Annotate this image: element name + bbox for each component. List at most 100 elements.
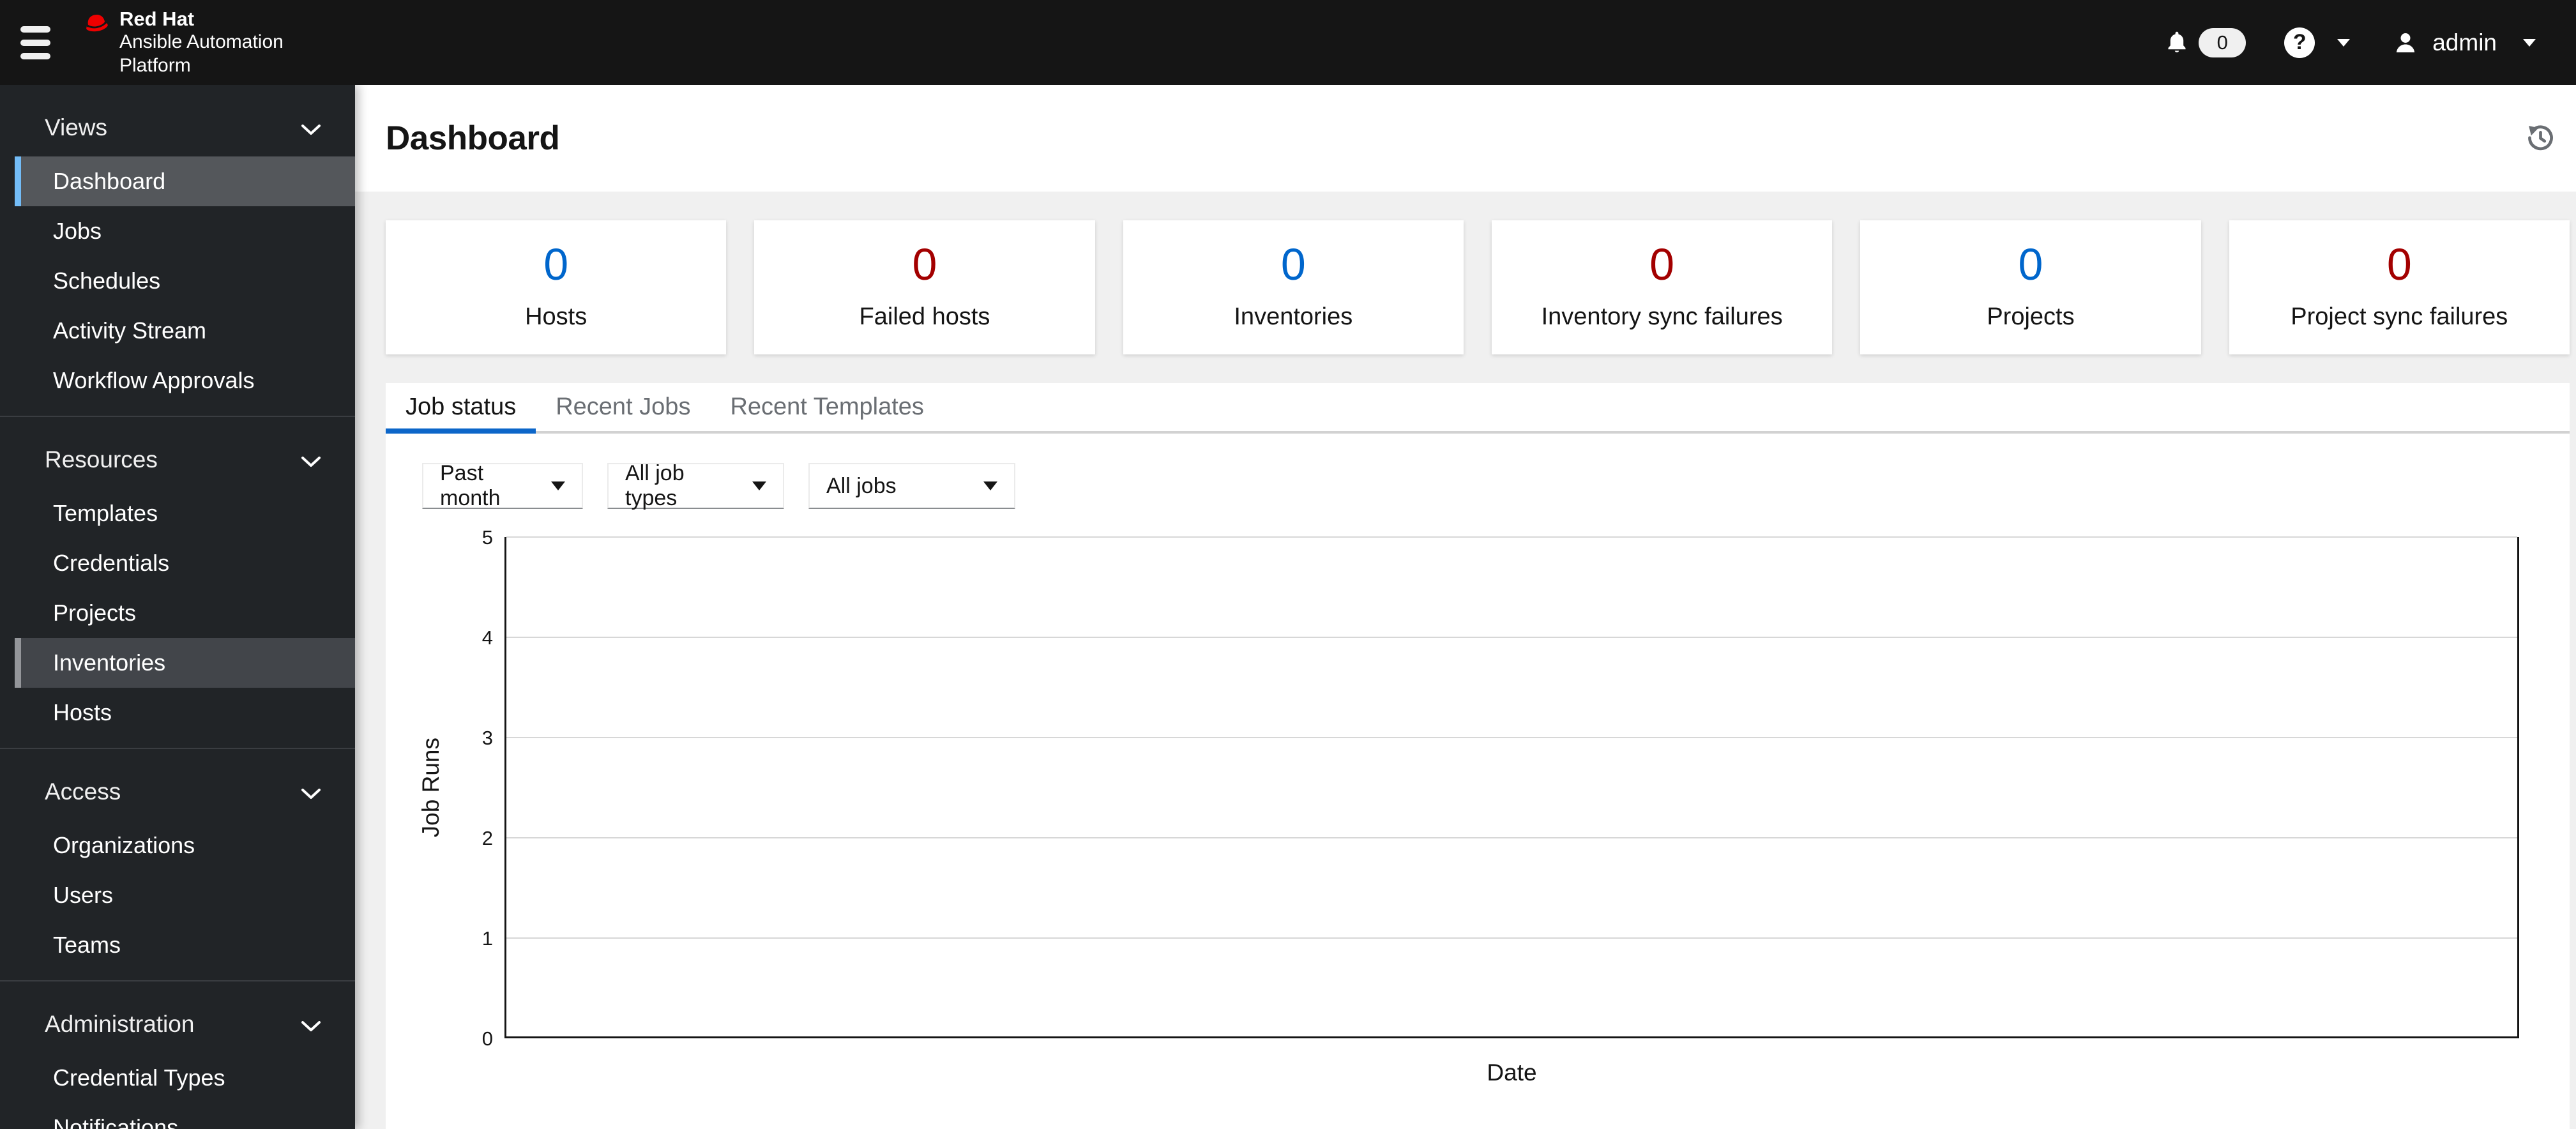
sidebar-item-inventories[interactable]: Inventories	[15, 638, 355, 688]
summary-card-value[interactable]: 0	[2019, 241, 2043, 288]
top-bar: Red Hat Ansible Automation Platform 0 ? …	[0, 0, 2576, 85]
nav-list: Templates Credentials Projects Inventories H…	[0, 489, 355, 738]
nav-list: Credential Types Notifications	[0, 1053, 355, 1129]
summary-card-failed-hosts[interactable]: 0 Failed hosts	[754, 220, 1095, 354]
caret-down-icon	[983, 481, 997, 490]
user-menu-label[interactable]: admin	[2432, 29, 2497, 56]
sidebar-item-teams[interactable]: Teams	[15, 920, 355, 970]
chart-y-axis-title: Job Runs	[418, 738, 444, 838]
summary-card-projects[interactable]: 0 Projects	[1860, 220, 2201, 354]
nav-section-label: Views	[45, 114, 108, 140]
tab-recent-jobs[interactable]: Recent Jobs	[536, 383, 710, 431]
nav-toggle-button[interactable]	[20, 26, 50, 59]
history-icon[interactable]	[2526, 123, 2556, 153]
summary-card-label: Failed hosts	[859, 303, 990, 330]
filter-quick-date-range-select[interactable]: Past month	[422, 461, 583, 510]
nav-section-label: Access	[45, 778, 121, 805]
sidebar-item-hosts[interactable]: Hosts	[15, 688, 355, 738]
chart-gridline	[506, 737, 2517, 738]
nav-section-header-access[interactable]: Access	[0, 771, 355, 813]
chevron-down-icon	[301, 778, 321, 805]
summary-card-hosts[interactable]: 0 Hosts	[386, 220, 727, 354]
help-icon[interactable]: ?	[2284, 27, 2315, 58]
sidebar-item-credentials[interactable]: Credentials	[15, 538, 355, 588]
help-caret-down-icon[interactable]	[2337, 38, 2351, 47]
nav-list: Dashboard Jobs Schedules Activity Stream Wor…	[0, 156, 355, 405]
chevron-down-icon	[301, 446, 321, 473]
chart-y-tick-label: 1	[481, 927, 493, 950]
tab-recent-templates[interactable]: Recent Templates	[710, 383, 943, 431]
product-name-line2: Platform	[119, 54, 191, 76]
job-status-panel: Job status Recent Jobs Recent Templates Pa…	[386, 383, 2570, 1129]
chart-y-tick-label: 4	[481, 626, 493, 649]
nav-section-label: Administration	[45, 1011, 195, 1037]
summary-card-value[interactable]: 0	[543, 241, 568, 288]
notifications-bell-icon[interactable]	[2165, 29, 2188, 56]
summary-card-inventory-sync-failures[interactable]: 0 Inventory sync failures	[1491, 220, 1833, 354]
summary-card-label: Projects	[1987, 303, 2075, 330]
sidebar-item-projects[interactable]: Projects	[15, 588, 355, 638]
chart-y-tick-label: 3	[481, 727, 493, 749]
dashboard-content: 0 Hosts 0 Failed hosts 0 Inventories 0 Inventor…	[355, 192, 2576, 1129]
summary-cards-row: 0 Hosts 0 Failed hosts 0 Inventories 0 Inventor…	[386, 220, 2570, 354]
summary-card-value[interactable]: 0	[2387, 241, 2412, 288]
caret-down-icon	[752, 481, 766, 490]
filter-job-select[interactable]: All jobs	[808, 463, 1015, 509]
chevron-down-icon	[301, 114, 321, 141]
summary-card-label: Hosts	[525, 303, 587, 330]
nav-section-header-views[interactable]: Views	[0, 107, 355, 149]
nav-section-views: Views Dashboard Jobs Schedules Activity Stre…	[0, 85, 355, 416]
sidebar-item-templates[interactable]: Templates	[15, 489, 355, 538]
job-runs-chart: Job Runs Date 0 1 2 3 4 5	[386, 526, 2570, 1125]
summary-card-label: Project sync failures	[2291, 303, 2508, 330]
page-header: Dashboard	[355, 85, 2576, 192]
notifications-count-badge[interactable]: 0	[2199, 27, 2246, 57]
summary-card-value[interactable]: 0	[1281, 241, 1306, 288]
sidebar-item-schedules[interactable]: Schedules	[15, 256, 355, 306]
tab-job-status[interactable]: Job status	[386, 383, 536, 434]
chart-gridline	[506, 837, 2517, 838]
nav-section-administration: Administration Credential Types Notificati…	[0, 980, 355, 1129]
sidebar-item-workflow-approvals[interactable]: Workflow Approvals	[15, 356, 355, 405]
chart-y-tick-label: 5	[481, 526, 493, 549]
summary-card-value[interactable]: 0	[1649, 241, 1674, 288]
brand-name: Red Hat	[119, 7, 195, 30]
summary-card-project-sync-failures[interactable]: 0 Project sync failures	[2229, 220, 2570, 354]
product-name-line1: Ansible Automation	[119, 31, 284, 52]
sidebar-item-credential-types[interactable]: Credential Types	[15, 1053, 355, 1103]
red-hat-fedora-icon	[79, 8, 114, 40]
chart-plot-area	[504, 536, 2519, 1038]
filter-job-type-select[interactable]: All job types	[607, 461, 784, 510]
summary-card-value[interactable]: 0	[913, 241, 937, 288]
sidebar-nav: Views Dashboard Jobs Schedules Activity Stre…	[0, 85, 355, 1129]
chart-y-tick-label: 0	[481, 1027, 493, 1050]
nav-section-header-resources[interactable]: Resources	[0, 439, 355, 481]
summary-card-label: Inventories	[1234, 303, 1353, 330]
chart-y-tick-label: 2	[481, 827, 493, 849]
sidebar-item-users[interactable]: Users	[15, 870, 355, 920]
summary-card-inventories[interactable]: 0 Inventories	[1123, 220, 1464, 354]
sidebar-item-activity-stream[interactable]: Activity Stream	[15, 306, 355, 356]
chart-gridline	[506, 637, 2517, 638]
sidebar-item-jobs[interactable]: Jobs	[15, 206, 355, 256]
page-title: Dashboard	[386, 119, 560, 157]
chart-x-axis-title: Date	[1487, 1059, 1537, 1086]
sidebar-item-notifications[interactable]: Notifications	[15, 1103, 355, 1129]
nav-list: Organizations Users Teams	[0, 821, 355, 970]
sidebar-item-dashboard[interactable]: Dashboard	[15, 156, 355, 206]
sidebar-item-organizations[interactable]: Organizations	[15, 821, 355, 870]
summary-card-label: Inventory sync failures	[1541, 303, 1783, 330]
filter-selected-value: Past month	[440, 461, 501, 510]
main-area: Dashboard 0 Hosts 0 Failed hosts 0 Inventorie…	[355, 85, 2576, 1129]
chevron-down-icon	[301, 1011, 321, 1038]
caret-down-icon	[551, 481, 565, 490]
nav-section-access: Access Organizations Users Teams	[0, 748, 355, 980]
filter-selected-value: All job types	[625, 461, 685, 510]
nav-section-header-administration[interactable]: Administration	[0, 1003, 355, 1045]
chart-gridline	[506, 536, 2517, 538]
user-icon[interactable]	[2393, 30, 2418, 56]
chart-gridline	[506, 937, 2517, 939]
brand-logo[interactable]: Red Hat Ansible Automation Platform	[79, 8, 284, 77]
nav-section-label: Resources	[45, 446, 158, 473]
user-caret-down-icon[interactable]	[2522, 38, 2536, 47]
